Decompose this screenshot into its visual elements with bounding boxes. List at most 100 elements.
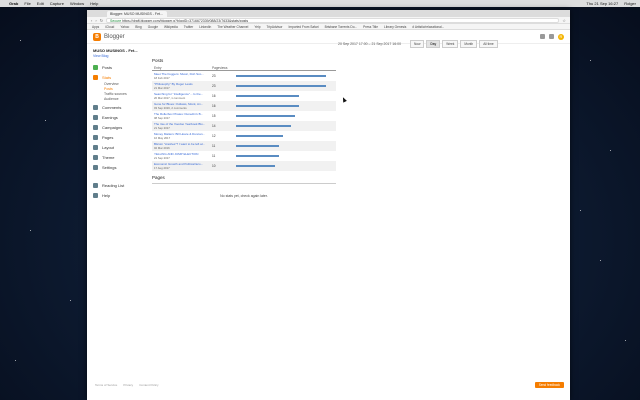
sidebar-item-earnings[interactable]: Earnings: [87, 112, 147, 122]
sidebar-item-label: Pages: [102, 134, 114, 140]
browser-tab[interactable]: Blogger: MUSO MUSINGS - Fet...: [107, 11, 167, 17]
post-entry-cell: "Philosophy" By Roger Lewis 21 Mar 2017: [152, 82, 212, 90]
sidebar-item-pages[interactable]: Pages: [87, 132, 147, 142]
stats-icon: [93, 74, 98, 80]
view-blog-link[interactable]: View Blog: [87, 54, 147, 62]
bookmark-item[interactable]: Imported From Safari: [288, 25, 318, 29]
sidebar-item-label: Posts: [102, 64, 113, 70]
pageviews-value: 16: [212, 94, 216, 98]
earnings-icon: [93, 114, 98, 120]
menu-edit[interactable]: Edit: [37, 1, 44, 6]
apps-grid-icon[interactable]: [540, 34, 545, 39]
bookmark-item[interactable]: Twitter: [184, 25, 193, 29]
pageviews-bar: [236, 124, 291, 127]
pageviews-bar: [236, 94, 299, 97]
layout-icon: [93, 144, 98, 150]
footer-link-terms[interactable]: Terms of Service: [95, 383, 117, 387]
range-button-now[interactable]: Now: [410, 40, 425, 48]
table-row: Economic Growth and Political Eco... 17 A…: [152, 161, 336, 171]
sidebar-item-theme[interactable]: Theme: [87, 152, 147, 162]
range-selector: Now Day Week Month All time: [410, 40, 498, 48]
pageviews-value: 10: [212, 164, 216, 168]
bookmark-item[interactable]: Google: [148, 25, 158, 29]
send-feedback-button[interactable]: Send feedback: [534, 382, 564, 388]
post-entry-cell: Economic Growth and Political Eco... 17 A…: [152, 162, 212, 170]
theme-icon: [93, 154, 98, 160]
pageviews-bar-cell: [236, 124, 334, 128]
footer-link-privacy[interactable]: Privacy: [123, 383, 133, 387]
reload-icon[interactable]: ↻: [100, 18, 103, 23]
range-button-all-time[interactable]: All time: [479, 40, 498, 48]
bookmark-item[interactable]: Wikipedia: [164, 25, 178, 29]
table-row: Gone for Blues: Outlaws, Monk, An... 03 S…: [152, 101, 336, 111]
pageviews-value: 12: [212, 134, 216, 138]
menu-app-name[interactable]: Grab: [9, 1, 18, 6]
sidebar-item-label: Layout: [102, 144, 115, 150]
bookmark-item[interactable]: Library Genesis: [384, 25, 406, 29]
help-icon: [93, 192, 98, 198]
sidebar-item-stats[interactable]: Stats: [87, 72, 147, 82]
bookmark-item[interactable]: Yahoo: [120, 25, 129, 29]
bookmark-item[interactable]: # Artistic/relaxational...: [412, 25, 444, 29]
range-button-week[interactable]: Week: [442, 40, 459, 48]
forward-icon[interactable]: ›: [95, 18, 96, 23]
tab-strip: Blogger: MUSO MUSINGS - Fet...: [87, 10, 570, 17]
pageviews-bar: [236, 74, 326, 77]
sidebar-item-settings[interactable]: Settings: [87, 162, 147, 172]
pageviews-bar-cell: [236, 144, 334, 148]
menu-capture[interactable]: Capture: [50, 1, 64, 6]
pageviews-bar-cell: [236, 84, 334, 88]
menubar-clock[interactable]: Thu 21 Sep 16:27: [586, 1, 618, 6]
pageviews-bar-cell: [236, 164, 334, 168]
pageviews-bar-cell: [236, 104, 334, 108]
sidebar-item-layout[interactable]: Layout: [87, 142, 147, 152]
avatar[interactable]: R: [558, 33, 564, 40]
blogger-logo-icon[interactable]: B: [93, 32, 101, 41]
notifications-icon[interactable]: [549, 34, 554, 39]
bookmark-item[interactable]: Bing: [135, 25, 141, 29]
table-row: Meet The Fuggers: Music, Fish Sco... 18 F…: [152, 71, 336, 81]
macos-menubar: Grab File Edit Capture Window Help Thu 2…: [0, 0, 640, 7]
pageviews-value: 11: [212, 144, 216, 148]
url-text: https://draft.blogger.com/blogger.g?blog…: [122, 18, 249, 23]
post-date: 16 May 2017: [154, 136, 171, 140]
bookmark-item[interactable]: LinkedIn: [199, 25, 211, 29]
post-date: 03 Sep 2016, 2 comments: [154, 106, 187, 110]
back-icon[interactable]: ‹: [91, 18, 92, 23]
post-entry-cell: YELLING AND JUMP ELECTION 21 Sep 2017: [152, 152, 212, 160]
posts-table: Entry Pageviews Meet The Fuggers: Music,…: [152, 66, 336, 171]
menu-help[interactable]: Help: [90, 1, 98, 6]
bookmark-item[interactable]: Press Title: [363, 25, 378, 29]
sidebar-item-label: Campaigns: [102, 124, 123, 130]
bookmark-item[interactable]: Yelp: [254, 25, 260, 29]
pageviews-bar-cell: [236, 134, 334, 138]
app-title: Blogger: [104, 33, 125, 40]
sidebar-item-posts[interactable]: Posts: [87, 62, 147, 72]
posts-icon: [93, 64, 98, 70]
pageviews-bar: [236, 84, 326, 87]
table-row: YELLING AND JUMP ELECTION 21 Sep 2017 11: [152, 151, 336, 161]
post-date: 02 Mar 2016: [154, 146, 170, 150]
sidebar-item-comments[interactable]: Comments: [87, 102, 147, 112]
menu-file[interactable]: File: [24, 1, 30, 6]
range-button-month[interactable]: Month: [460, 40, 478, 48]
bookmark-item[interactable]: iCloud: [105, 25, 114, 29]
bookmark-item[interactable]: Apps: [92, 25, 99, 29]
url-field[interactable]: Secure https://draft.blogger.com/blogger…: [106, 17, 560, 23]
bookmark-item[interactable]: The Weather Channel: [217, 25, 248, 29]
pageviews-value: 23: [212, 84, 216, 88]
table-row: The Rollerbox Pirates: Dunedin's B... 08 …: [152, 111, 336, 121]
star-icon[interactable]: ☆: [562, 18, 566, 23]
range-button-day[interactable]: Day: [426, 40, 441, 48]
footer-link-content-policy[interactable]: Content Policy: [139, 383, 158, 387]
sidebar-item-label: Earnings: [102, 114, 118, 120]
sidebar-item-reading-list[interactable]: Reading List: [87, 180, 147, 190]
menu-window[interactable]: Window: [70, 1, 84, 6]
sidebar-item-campaigns[interactable]: Campaigns: [87, 122, 147, 132]
settings-icon: [93, 164, 98, 170]
bookmark-item[interactable]: Brisbane Torrents Do...: [325, 25, 358, 29]
bookmark-item[interactable]: TripAdvisor: [266, 25, 282, 29]
sidebar-item-help[interactable]: Help: [87, 190, 147, 200]
menubar-user[interactable]: Rolger: [624, 1, 636, 6]
post-date: 20 Mar 2017, 1 comment: [154, 96, 186, 100]
